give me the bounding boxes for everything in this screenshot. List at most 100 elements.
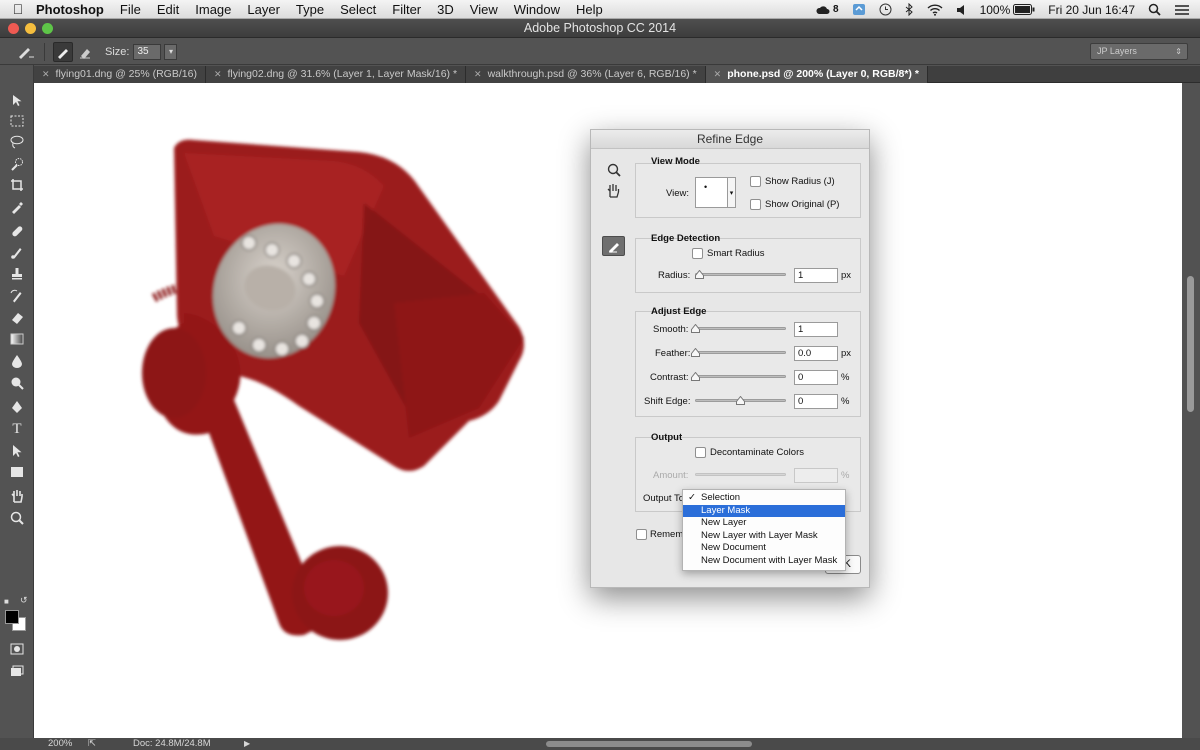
- apple-icon[interactable]: : [0, 1, 36, 17]
- move-tool-icon[interactable]: [7, 91, 27, 109]
- menu-item-new-document[interactable]: New Document: [683, 542, 845, 555]
- quick-mask-icon[interactable]: [7, 640, 27, 658]
- radius-field[interactable]: 1: [794, 268, 838, 283]
- document-tab-active[interactable]: ✕ phone.psd @ 200% (Layer 0, RGB/8*) *: [705, 66, 928, 83]
- export-icon[interactable]: ⇱: [88, 738, 96, 750]
- crop-tool-icon[interactable]: [7, 176, 27, 194]
- wifi-icon[interactable]: [927, 3, 943, 16]
- menu-filter[interactable]: Filter: [392, 2, 421, 17]
- rectangle-tool-icon[interactable]: [7, 463, 27, 481]
- slider-thumb-icon[interactable]: [691, 348, 700, 357]
- menu-type[interactable]: Type: [296, 2, 324, 17]
- menu-item-layer-mask[interactable]: Layer Mask: [683, 504, 845, 517]
- menu-view[interactable]: View: [470, 2, 498, 17]
- lasso-tool-icon[interactable]: [7, 133, 27, 151]
- shift-edge-field[interactable]: 0: [794, 394, 838, 409]
- status-menu-arrow-icon[interactable]: ▶: [244, 738, 250, 750]
- quick-selection-tool-icon[interactable]: [7, 155, 27, 173]
- menu-file[interactable]: File: [120, 2, 141, 17]
- smooth-slider[interactable]: [695, 327, 786, 330]
- smooth-field[interactable]: 1: [794, 322, 838, 337]
- horizontal-scrollbar-thumb[interactable]: [546, 741, 752, 747]
- creative-cloud-status[interactable]: 8: [815, 4, 839, 16]
- screen-mode-icon[interactable]: [7, 662, 27, 680]
- bluetooth-icon[interactable]: [905, 3, 914, 16]
- menu-window[interactable]: Window: [514, 2, 560, 17]
- foreground-color-swatch[interactable]: [5, 610, 19, 624]
- notification-center-icon[interactable]: [1174, 4, 1190, 16]
- feather-slider[interactable]: [695, 351, 786, 354]
- menu-item-new-document-with-mask[interactable]: New Document with Layer Mask: [683, 555, 845, 568]
- slider-thumb-icon[interactable]: [691, 372, 700, 381]
- brush-tool-icon[interactable]: [7, 243, 27, 261]
- history-brush-tool-icon[interactable]: [7, 287, 27, 305]
- menu-image[interactable]: Image: [195, 2, 231, 17]
- radius-slider[interactable]: [695, 273, 786, 276]
- menu-select[interactable]: Select: [340, 2, 376, 17]
- slider-thumb-icon[interactable]: [736, 396, 745, 405]
- smart-radius-checkbox[interactable]: [692, 248, 703, 259]
- menu-3d[interactable]: 3D: [437, 2, 454, 17]
- contrast-slider[interactable]: [695, 375, 786, 378]
- type-tool-icon[interactable]: T: [7, 420, 27, 438]
- eyedropper-tool-icon[interactable]: [7, 198, 27, 216]
- app-menu[interactable]: Photoshop: [36, 2, 104, 17]
- document-tab[interactable]: ✕ walkthrough.psd @ 36% (Layer 6, RGB/16)…: [466, 66, 706, 83]
- refine-radius-tool-button[interactable]: [602, 236, 625, 256]
- menu-layer[interactable]: Layer: [247, 2, 280, 17]
- contrast-field[interactable]: 0: [794, 370, 838, 385]
- zoom-tool-icon[interactable]: [7, 509, 27, 527]
- healing-brush-tool-icon[interactable]: [7, 222, 27, 240]
- clone-stamp-tool-icon[interactable]: [7, 265, 27, 283]
- close-window-icon[interactable]: [8, 23, 19, 34]
- swap-colors-icon[interactable]: ↺: [20, 595, 28, 606]
- remember-settings-checkbox[interactable]: [636, 529, 647, 540]
- volume-icon[interactable]: [956, 4, 967, 15]
- scrollbar-thumb[interactable]: [1187, 276, 1194, 412]
- path-selection-tool-icon[interactable]: [7, 442, 27, 460]
- view-mode-thumbnail[interactable]: •: [695, 177, 728, 208]
- menu-item-new-layer[interactable]: New Layer: [683, 517, 845, 530]
- zoom-window-icon[interactable]: [42, 23, 53, 34]
- vertical-scrollbar[interactable]: [1182, 83, 1200, 738]
- slider-thumb-icon[interactable]: [695, 270, 704, 279]
- zoom-tool-icon[interactable]: [607, 163, 621, 180]
- brush-size-field[interactable]: 35: [133, 43, 162, 60]
- menu-help[interactable]: Help: [576, 2, 603, 17]
- erase-refinements-tool-button[interactable]: [75, 42, 95, 62]
- hand-tool-icon[interactable]: [7, 487, 27, 505]
- marquee-tool-icon[interactable]: [7, 112, 27, 130]
- dodge-tool-icon[interactable]: [7, 374, 27, 392]
- dropbox-icon[interactable]: [852, 3, 866, 16]
- blur-tool-icon[interactable]: [7, 352, 27, 370]
- zoom-level[interactable]: 200%: [48, 738, 72, 750]
- decontaminate-colors-checkbox[interactable]: [695, 447, 706, 458]
- tool-preset-picker[interactable]: [16, 42, 36, 62]
- feather-field[interactable]: 0.0: [794, 346, 838, 361]
- time-machine-icon[interactable]: [879, 3, 892, 16]
- default-colors-icon[interactable]: ■: [4, 597, 9, 606]
- show-original-checkbox[interactable]: [750, 199, 761, 210]
- workspace-switcher[interactable]: JP Layers ⇕: [1090, 43, 1188, 60]
- show-radius-checkbox[interactable]: [750, 176, 761, 187]
- pen-tool-icon[interactable]: [7, 398, 27, 416]
- close-tab-icon[interactable]: ✕: [714, 69, 722, 79]
- menu-item-selection[interactable]: ✓ Selection: [683, 492, 845, 505]
- chevron-down-icon[interactable]: ▾: [728, 177, 736, 208]
- document-tab[interactable]: ✕ flying01.dng @ 25% (RGB/16): [34, 66, 206, 83]
- gradient-tool-icon[interactable]: [7, 330, 27, 348]
- refine-radius-tool-button[interactable]: [53, 41, 73, 62]
- close-tab-icon[interactable]: ✕: [474, 69, 482, 79]
- minimize-window-icon[interactable]: [25, 23, 36, 34]
- menu-edit[interactable]: Edit: [157, 2, 179, 17]
- chevron-down-icon[interactable]: ▾: [164, 43, 178, 60]
- close-tab-icon[interactable]: ✕: [42, 69, 50, 79]
- close-tab-icon[interactable]: ✕: [214, 69, 222, 79]
- hand-tool-icon[interactable]: [606, 183, 621, 201]
- clock[interactable]: Fri 20 Jun 16:47: [1048, 3, 1135, 17]
- menu-item-new-layer-with-mask[interactable]: New Layer with Layer Mask: [683, 530, 845, 543]
- document-tab[interactable]: ✕ flying02.dng @ 31.6% (Layer 1, Layer Ma…: [205, 66, 467, 83]
- spotlight-search-icon[interactable]: [1148, 3, 1161, 16]
- battery-status[interactable]: 100%: [980, 3, 1036, 17]
- slider-thumb-icon[interactable]: [691, 324, 700, 333]
